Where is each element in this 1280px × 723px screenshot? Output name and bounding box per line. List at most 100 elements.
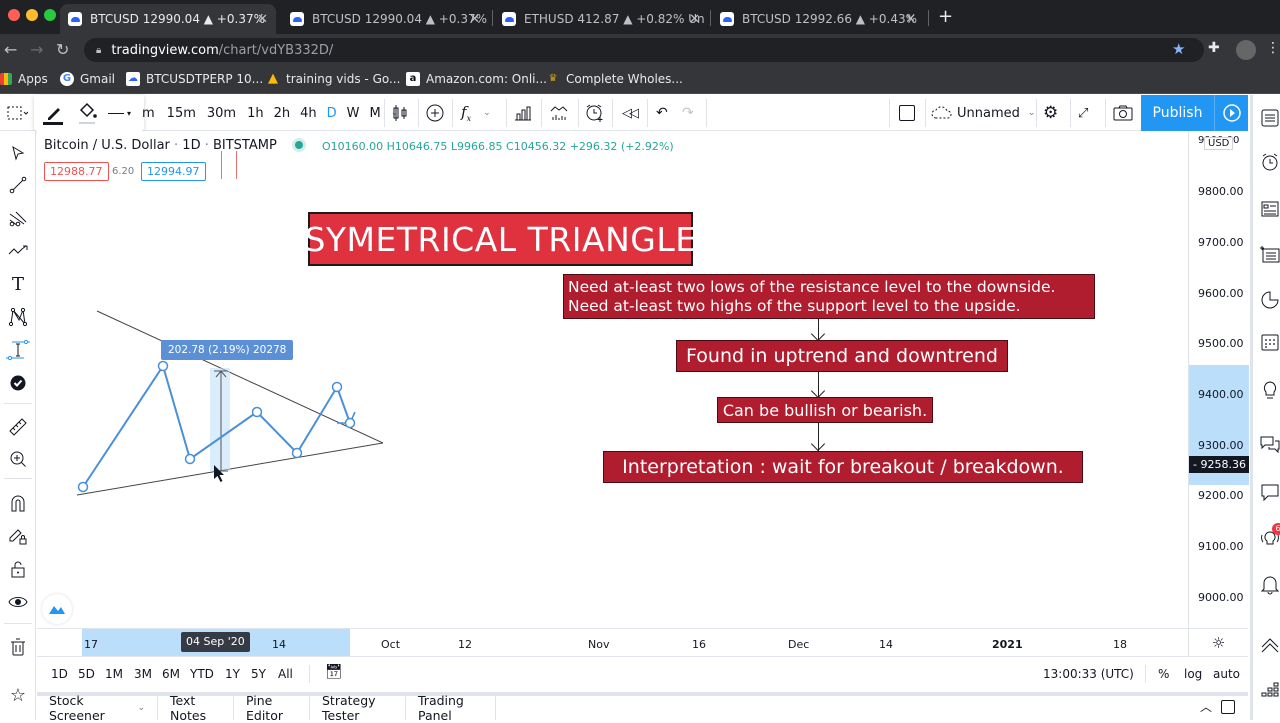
remove-drawings-tool[interactable] (0, 633, 36, 661)
interval-1h[interactable]: 1h (247, 106, 264, 121)
multi-layout-button[interactable] (899, 95, 917, 131)
interval-2h[interactable]: 2h (274, 106, 291, 121)
prediction-tool[interactable] (0, 303, 36, 331)
create-alert-button[interactable] (585, 95, 605, 131)
chart-type-button[interactable] (392, 95, 412, 131)
pattern-title-box[interactable]: SYMETRICAL TRIANGLE (304, 212, 696, 266)
path-point[interactable] (344, 417, 356, 429)
triangle-drawing[interactable] (37, 131, 1188, 628)
interval-4h[interactable]: 4h (300, 106, 317, 121)
chart-pane[interactable]: Bitcoin / U.S. Dollar · 1D · BITSTAMP O1… (37, 131, 1188, 628)
calendar-pie-icon[interactable] (1259, 288, 1280, 310)
interval-w[interactable]: W (347, 106, 360, 121)
path-point[interactable] (331, 381, 343, 393)
browser-menu-icon[interactable]: ⋮ (1266, 40, 1280, 56)
publish-button[interactable]: Publish (1141, 95, 1214, 131)
auto-scale-toggle[interactable]: auto (1213, 667, 1240, 681)
compare-symbol-button[interactable] (425, 95, 445, 131)
tab-close-icon[interactable]: ✕ (689, 12, 700, 27)
interval-m-month[interactable]: M (370, 106, 381, 121)
bookmark-amazon[interactable]: a Amazon.com: Onli... (406, 72, 547, 86)
ruler-tool[interactable] (0, 413, 36, 441)
magnet-tool[interactable] (0, 489, 36, 517)
hide-drawings-tool[interactable] (0, 588, 36, 616)
tab-text-notes[interactable]: Text Notes (158, 693, 234, 723)
tab-close-icon[interactable]: ✕ (905, 12, 916, 27)
chats-icon[interactable] (1259, 433, 1280, 455)
price-axis[interactable]: 9900.00 USD 9800.00 9700.00 9600.00 9500… (1188, 131, 1249, 628)
calendar-icon[interactable] (1259, 331, 1280, 353)
profile-avatar[interactable] (1236, 40, 1256, 60)
lock-all-tool[interactable] (0, 555, 36, 583)
window-maximize-button[interactable] (44, 9, 56, 21)
bookmark-training-vids[interactable]: ▲ training vids - Go... (266, 72, 400, 87)
maximize-panel-icon[interactable] (1221, 700, 1235, 714)
tradingview-logo[interactable] (42, 594, 72, 624)
requirement-box[interactable]: Need at-least two lows of the resistance… (563, 274, 1095, 319)
window-close-button[interactable] (8, 9, 20, 21)
reload-icon[interactable]: ↻ (56, 40, 69, 59)
notifications-bulb-button[interactable]: 6 (1259, 523, 1280, 549)
alarm-clock-icon[interactable] (1259, 151, 1280, 173)
text-tool[interactable]: T (0, 270, 36, 298)
forward-icon[interactable]: → (30, 40, 43, 59)
range-5y[interactable]: 5Y (251, 667, 266, 681)
data-window-icon[interactable] (1259, 198, 1280, 220)
currency-label[interactable]: USD (1204, 137, 1234, 150)
range-1m[interactable]: 1M (105, 667, 123, 681)
tab-strategy-tester[interactable]: Strategy Tester (310, 693, 406, 723)
new-tab-button[interactable]: + (938, 6, 953, 27)
lock-drawings-tool[interactable] (0, 522, 36, 550)
settings-button[interactable]: ⚙ (1043, 95, 1063, 131)
utc-clock[interactable]: 13:00:33 (UTC) (1043, 667, 1134, 681)
chart-settings-button[interactable]: ☼ (1188, 628, 1248, 656)
selection-tool-button[interactable] (6, 95, 34, 131)
bookmark-star-icon[interactable]: ★ (1172, 40, 1185, 58)
fill-color-button[interactable] (74, 100, 100, 126)
range-ytd[interactable]: YTD (190, 667, 214, 681)
path-point[interactable] (251, 406, 263, 418)
range-1d[interactable]: 1D (51, 667, 68, 681)
interpretation-box[interactable]: Interpretation : wait for breakout / bre… (603, 451, 1083, 483)
cursor-tool[interactable] (0, 139, 36, 167)
extensions-puzzle-icon[interactable]: ✚ (1208, 40, 1220, 56)
notification-bell-icon[interactable] (1259, 573, 1280, 595)
back-icon[interactable]: ← (4, 40, 17, 59)
undo-button[interactable]: ↶ (656, 95, 672, 131)
range-1y[interactable]: 1Y (225, 667, 240, 681)
interval-m[interactable]: m (142, 106, 155, 121)
browser-tab[interactable]: BTCUSD 12990.04 ▲ +0.37% ✕ (282, 4, 488, 34)
tab-stock-screener[interactable]: Stock Screener ⌄ (37, 693, 158, 723)
tab-trading-panel[interactable]: Trading Panel (406, 693, 496, 723)
range-all[interactable]: All (278, 667, 293, 681)
trend-line-tool[interactable] (0, 171, 36, 199)
bookmark-complete-wholes[interactable]: ♛ Complete Wholes... (546, 72, 683, 86)
percent-scale-toggle[interactable]: % (1158, 667, 1169, 681)
browser-tab[interactable]: ETHUSD 412.87 ▲ +0.82% Un ✕ (494, 4, 708, 34)
url-input[interactable]: 🔒︎ tradingview.com /chart/vdYB332D/ (84, 38, 1204, 62)
path-point[interactable] (157, 360, 169, 372)
path-point[interactable] (291, 447, 303, 459)
range-3m[interactable]: 3M (134, 667, 152, 681)
favorites-tool[interactable]: ☆ (0, 681, 36, 709)
financials-button[interactable] (514, 95, 534, 131)
interval-15m[interactable]: 15m (167, 106, 196, 121)
redo-button[interactable]: ↷ (682, 95, 698, 131)
time-axis[interactable]: 17 04 Sep '20 14 Oct 12 Nov 16 Dec 14 20… (37, 628, 1188, 656)
chat-bubble-icon[interactable] (1259, 481, 1280, 503)
bookmark-apps[interactable]: Apps (0, 72, 48, 86)
hotlist-icon[interactable] (1259, 243, 1280, 265)
patterns-tool[interactable] (0, 237, 36, 265)
tab-pine-editor[interactable]: Pine Editor (234, 693, 310, 723)
interval-d[interactable]: D (327, 106, 337, 121)
zoom-in-tool[interactable] (0, 445, 36, 473)
line-style-dropdown[interactable]: ▾ (108, 100, 142, 126)
path-point[interactable] (77, 481, 89, 493)
window-minimize-button[interactable] (26, 9, 38, 21)
bias-box[interactable]: Can be bullish or bearish. (717, 397, 933, 423)
bookmark-gmail[interactable]: G Gmail (60, 72, 115, 86)
log-scale-toggle[interactable]: log (1184, 667, 1202, 681)
gann-fib-tool[interactable] (0, 205, 36, 233)
indicators-button[interactable]: fx ⌄ (461, 95, 491, 131)
line-color-button[interactable] (40, 100, 66, 126)
